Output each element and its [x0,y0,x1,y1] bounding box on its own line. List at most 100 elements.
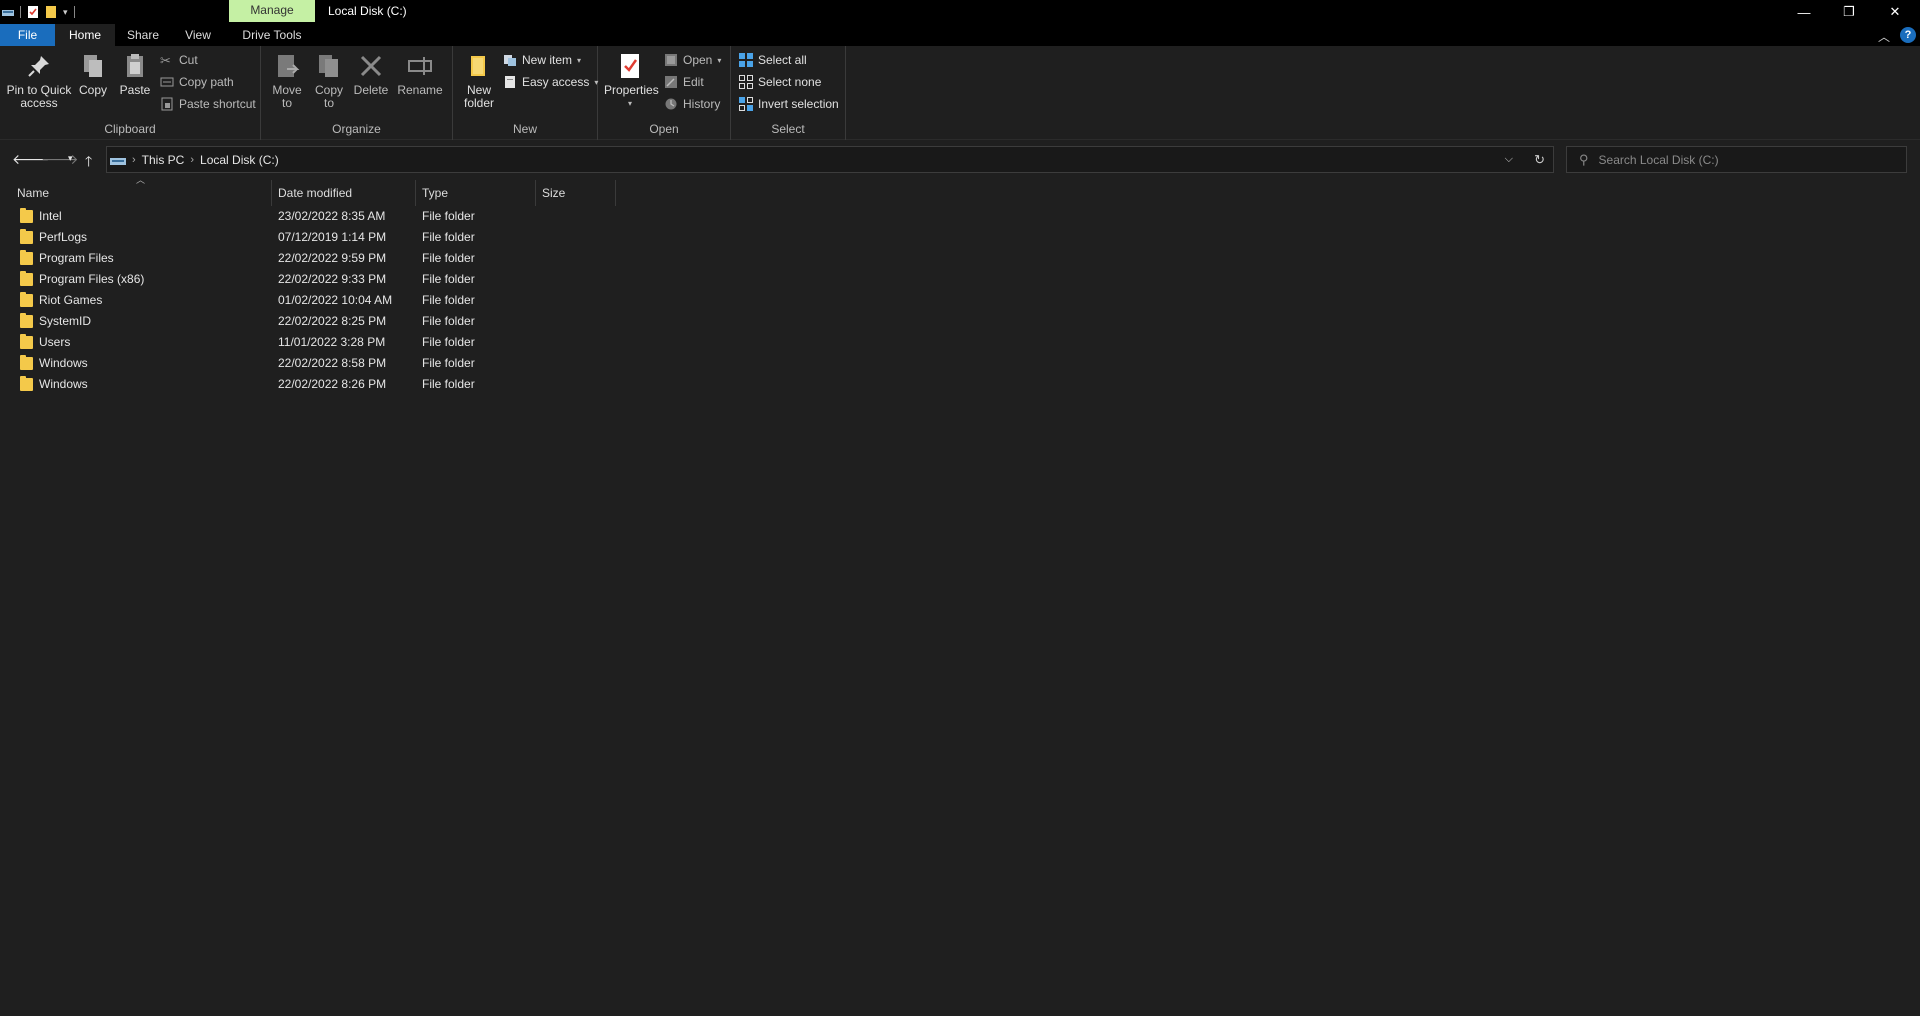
move-to-button[interactable]: Move to [269,52,305,110]
select-group: Select all Select none Invert selection … [731,46,846,140]
copy-path-button[interactable]: Copy path [160,73,234,91]
customize-toolbar-icon[interactable]: ▾ [63,7,68,18]
table-row[interactable]: Program Files 22/02/2022 9:59 PM File fo… [0,248,1920,269]
file-name: Users [39,335,71,349]
minimize-button[interactable]: — [1781,0,1827,24]
copy-to-button[interactable]: Copy to [311,52,347,110]
close-button[interactable]: ✕ [1872,0,1918,24]
drive-icon [110,157,126,165]
ribbon-tabs: File Home Share View Drive Tools ︿ ? [0,24,1920,46]
refresh-icon[interactable]: ↻ [1534,152,1545,168]
file-type: File folder [422,272,475,286]
organize-group-label: Organize [332,122,381,136]
file-name: PerfLogs [39,230,88,244]
copy-icon [84,55,102,77]
file-date: 01/02/2022 10:04 AM [278,293,393,307]
pin-to-quick-access-button[interactable]: Pin to Quick access [6,52,72,110]
paste-button[interactable]: Paste [117,52,153,97]
file-name-cell: Program Files [20,248,114,269]
copy-path-label: Copy path [179,75,234,89]
file-date: 07/12/2019 1:14 PM [278,230,387,244]
new-group: New folder New item ▾ Easy access ▾ New [453,46,598,140]
paste-shortcut-icon [161,97,173,111]
easy-access-button[interactable]: Easy access ▾ [503,73,598,91]
table-row[interactable]: Windows 22/02/2022 8:58 PM File folder [0,353,1920,374]
tab-file[interactable]: File [0,24,55,46]
paste-shortcut-button[interactable]: Paste shortcut [160,95,256,113]
search-input[interactable] [1598,152,1889,167]
new-group-label: New [512,122,537,136]
properties-icon[interactable] [27,6,39,18]
table-row[interactable]: Program Files (x86) 22/02/2022 9:33 PM F… [0,269,1920,290]
new-item-label: New item [522,53,573,67]
edit-icon [665,76,677,88]
file-type: File folder [422,209,475,223]
paste-label: Paste [119,83,151,97]
restore-button[interactable]: ❐ [1826,0,1872,24]
easy-access-label: Easy access [522,75,590,89]
column-header-name[interactable]: Name [11,180,272,206]
breadcrumb-this-pc[interactable]: This PC [142,153,185,167]
edit-button[interactable]: Edit [664,73,704,91]
manage-context-tab[interactable]: Manage [229,0,315,22]
folder-icon [20,334,33,349]
chevron-down-icon[interactable]: ⌵ [1505,153,1513,166]
tab-share[interactable]: Share [117,24,169,46]
clipboard-group: Pin to Quick access Copy Paste ✂ Cut Cop… [0,46,261,140]
easy-access-icon [505,76,515,88]
table-row[interactable]: Windows 22/02/2022 8:26 PM File folder [0,374,1920,395]
table-row[interactable]: Intel 23/02/2022 8:35 AM File folder [0,206,1920,227]
breadcrumb-chevron-icon[interactable]: › [190,154,194,166]
tab-home[interactable]: Home [55,24,115,46]
file-name: Program Files [39,251,114,265]
file-name-cell: Program Files (x86) [20,269,144,290]
chevron-up-icon[interactable]: ︿ [1878,28,1890,45]
rename-button[interactable]: Rename [397,52,443,97]
select-none-button[interactable]: Select none [739,73,821,91]
file-name: SystemID [39,314,92,328]
help-icon[interactable]: ? [1900,27,1916,43]
history-button[interactable]: History [664,95,720,113]
new-item-button[interactable]: New item ▾ [503,51,581,69]
open-button[interactable]: Open ▾ [664,51,721,69]
close-icon: ✕ [1889,4,1901,19]
paste-icon [127,54,143,77]
table-row[interactable]: PerfLogs 07/12/2019 1:14 PM File folder [0,227,1920,248]
select-all-button[interactable]: Select all [739,51,807,69]
delete-label: Delete [353,83,389,97]
separator [20,6,21,18]
column-header-type[interactable]: Type [416,180,536,206]
file-date: 22/02/2022 8:26 PM [278,377,387,391]
tab-view[interactable]: View [172,24,224,46]
new-folder-icon[interactable] [45,6,57,18]
new-folder-button[interactable]: New folder [459,52,499,110]
address-bar[interactable]: › This PC › Local Disk (C:) ⌵ ↻ [106,146,1554,173]
up-arrow-icon[interactable]: 🡑 [85,151,92,175]
properties-button[interactable]: Properties ▾ [604,52,659,110]
copy-to-icon [319,55,338,77]
properties-icon [621,54,639,78]
table-row[interactable]: Riot Games 01/02/2022 10:04 AM File fold… [0,290,1920,311]
new-folder-icon [471,56,485,76]
scissors-icon: ✂ [160,53,171,68]
invert-selection-button[interactable]: Invert selection [739,95,839,113]
delete-button[interactable]: Delete [353,52,389,97]
clipboard-group-label: Clipboard [104,122,156,136]
navigation-bar: 🡐 🡒 ▾ 🡑 › This PC › Local Disk (C:) ⌵ ↻ … [0,145,1920,173]
chevron-down-icon: ▾ [627,99,632,108]
copy-button[interactable]: Copy [75,52,111,97]
cut-button[interactable]: ✂ Cut [160,51,198,69]
chevron-down-icon: ▾ [577,55,582,65]
table-row[interactable]: SystemID 22/02/2022 8:25 PM File folder [0,311,1920,332]
edit-label: Edit [683,75,704,89]
column-header-size[interactable]: Size [536,180,616,206]
breadcrumb-chevron-icon[interactable]: › [132,154,136,166]
open-group: Properties ▾ Open ▾ Edit History Open [598,46,731,140]
table-row[interactable]: Users 11/01/2022 3:28 PM File folder [0,332,1920,353]
pin-icon [28,56,49,77]
recent-locations-icon[interactable]: ▾ [68,153,73,164]
search-box[interactable]: ⚲ [1566,146,1907,173]
tab-drive-tools[interactable]: Drive Tools [229,24,315,46]
column-header-date[interactable]: Date modified [272,180,416,206]
breadcrumb-local-disk[interactable]: Local Disk (C:) [200,153,279,167]
